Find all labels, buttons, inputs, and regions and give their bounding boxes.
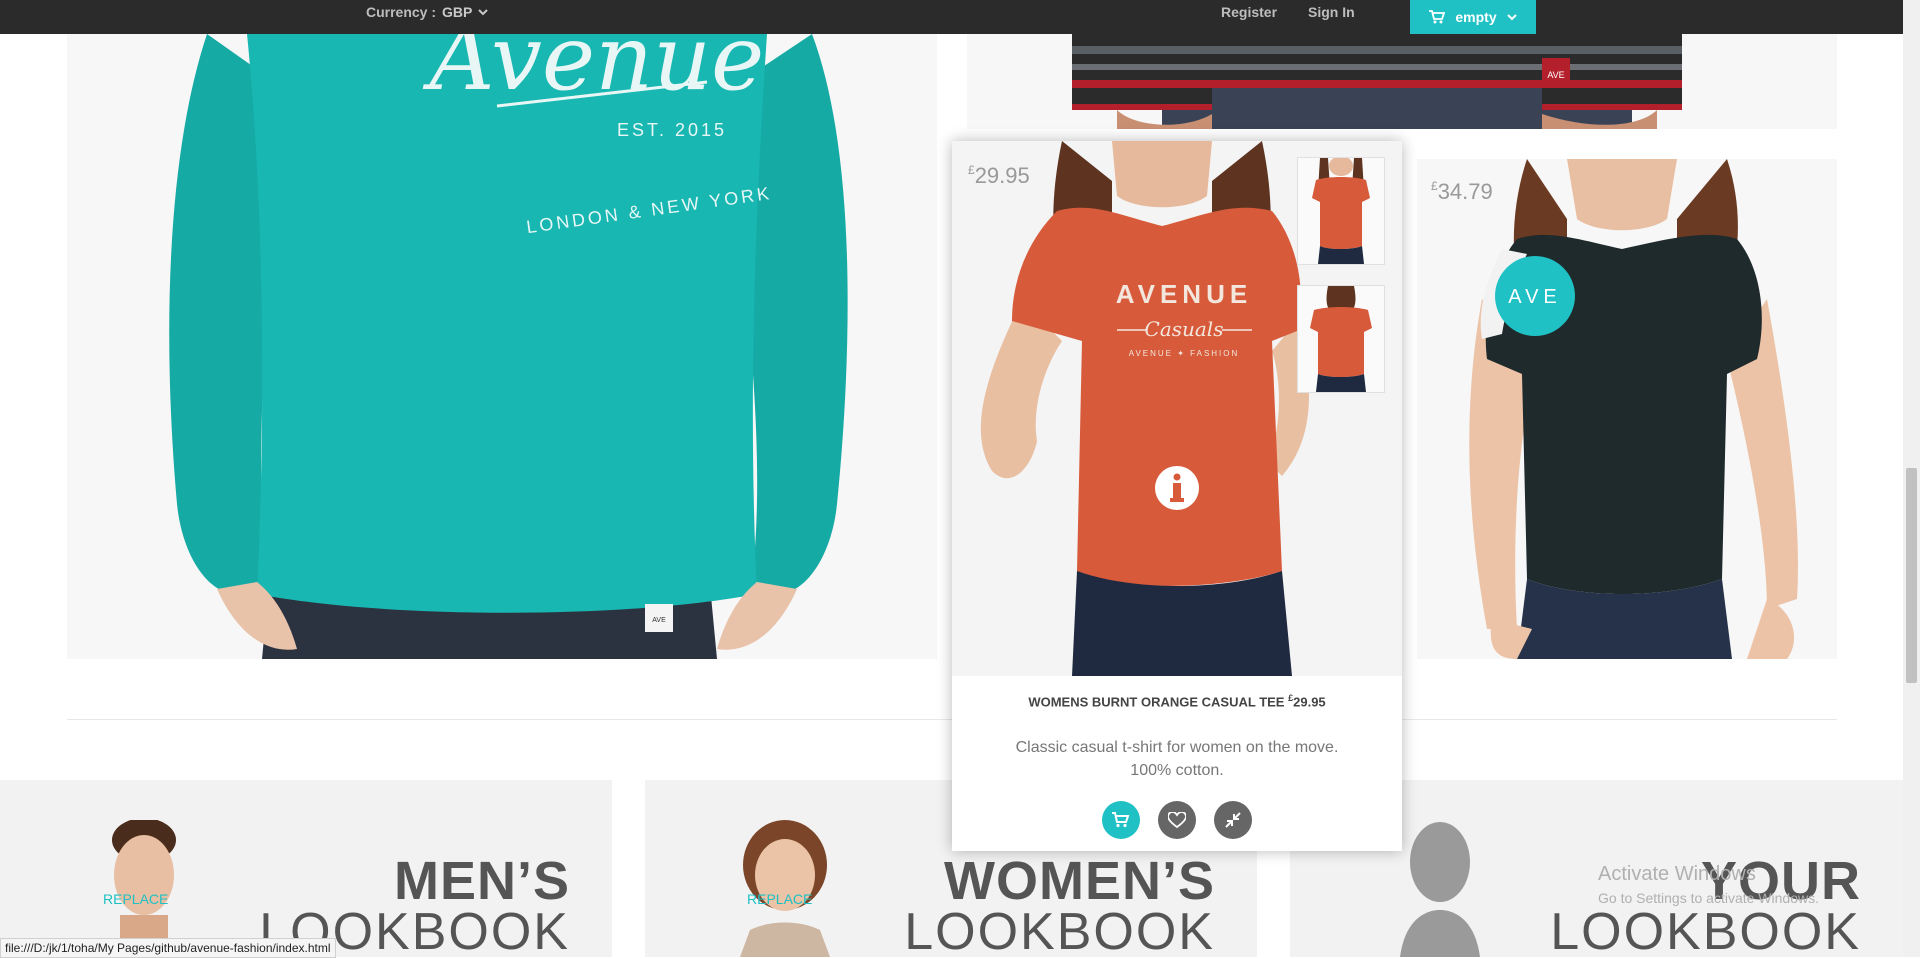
mens-lookbook-banner[interactable]: REPLACE MEN’S LOOKBOOK bbox=[0, 780, 612, 957]
lookbook-subtitle: LOOKBOOK bbox=[904, 903, 1215, 957]
shirt-print-line3: AVENUE ✦ FASHION bbox=[1129, 349, 1240, 358]
currency-value[interactable]: GBP bbox=[442, 4, 472, 20]
cart-icon bbox=[1112, 812, 1130, 828]
register-link[interactable]: Register bbox=[1221, 4, 1277, 20]
womens-avatar bbox=[740, 820, 830, 957]
product-price: £29.95 bbox=[968, 163, 1030, 188]
product-main-image[interactable]: AVENUE Casuals AVENUE ✦ FASHION £29.95 bbox=[952, 141, 1402, 676]
lookbook-subtitle: LOOKBOOK bbox=[1550, 903, 1861, 957]
cart-status: empty bbox=[1455, 9, 1497, 25]
teal-longsleeve-image: Avenue EST. 2015 LONDON & NEW YORK AVE bbox=[169, 34, 848, 659]
activate-windows-watermark: Activate Windows Go to Settings to activ… bbox=[1598, 863, 1819, 906]
status-bar-url: file:///D:/jk/1/toha/My Pages/github/ave… bbox=[0, 938, 336, 958]
replace-label: REPLACE bbox=[747, 891, 813, 907]
replace-label: REPLACE bbox=[103, 891, 169, 907]
heart-icon bbox=[1168, 812, 1186, 828]
shirt-print-line2: Casuals bbox=[1145, 317, 1224, 341]
info-icon[interactable] bbox=[1154, 465, 1200, 511]
product-description: Classic casual t-shirt for women on the … bbox=[1015, 739, 1339, 779]
add-to-wishlist-button[interactable] bbox=[1158, 801, 1196, 839]
currency-label: Currency : bbox=[366, 4, 437, 20]
chevron-down-icon bbox=[478, 9, 489, 16]
tee-tag: AVE bbox=[652, 617, 666, 624]
product-tile-teal-longsleeve[interactable]: Avenue EST. 2015 LONDON & NEW YORK AVE bbox=[67, 34, 937, 659]
compress-icon bbox=[1225, 812, 1241, 828]
tee-brand-script: Avenue bbox=[423, 34, 765, 111]
mens-avatar bbox=[112, 820, 176, 957]
vertical-scrollbar[interactable] bbox=[1903, 0, 1920, 957]
tee-est-text: EST. 2015 bbox=[617, 120, 727, 140]
dark-tee-image: AVE bbox=[1469, 159, 1798, 659]
currency-selector[interactable]: Currency : GBP bbox=[366, 4, 489, 20]
thumbnail-back[interactable] bbox=[1297, 285, 1385, 393]
add-to-cart-button[interactable] bbox=[1102, 801, 1140, 839]
chevron-down-icon bbox=[1506, 14, 1517, 21]
product-name[interactable]: WOMENS BURNT ORANGE CASUAL TEE £29.95 bbox=[952, 693, 1402, 709]
product-quickview-card[interactable]: AVENUE Casuals AVENUE ✦ FASHION £29.95 W… bbox=[952, 141, 1402, 851]
collapse-view-button[interactable] bbox=[1214, 801, 1252, 839]
product-tile-striped-sweater[interactable]: AVE bbox=[967, 34, 1837, 129]
top-bar: Currency : GBP Register Sign In empty bbox=[0, 0, 1920, 34]
scrollbar-thumb[interactable] bbox=[1906, 468, 1917, 683]
thumbnail-front[interactable] bbox=[1297, 157, 1385, 265]
shirt-print-line1: AVENUE bbox=[1116, 279, 1252, 309]
sweater-tag: AVE bbox=[1547, 70, 1564, 80]
silhouette-avatar bbox=[1400, 822, 1480, 957]
tee-badge-text: AVE bbox=[1508, 286, 1562, 308]
product-tile-dark-tee[interactable]: AVE £34.79 bbox=[1417, 159, 1837, 659]
cart-button[interactable]: empty bbox=[1410, 0, 1536, 34]
striped-sweater-image: AVE bbox=[1072, 34, 1682, 129]
product-thumbnails bbox=[1297, 157, 1385, 413]
sign-in-link[interactable]: Sign In bbox=[1308, 4, 1355, 20]
thumbnail-back-image bbox=[1310, 286, 1372, 392]
product-actions bbox=[1102, 801, 1252, 839]
product-price: £34.79 bbox=[1431, 179, 1493, 204]
cart-icon bbox=[1429, 10, 1446, 24]
thumbnail-front-image bbox=[1312, 158, 1370, 264]
